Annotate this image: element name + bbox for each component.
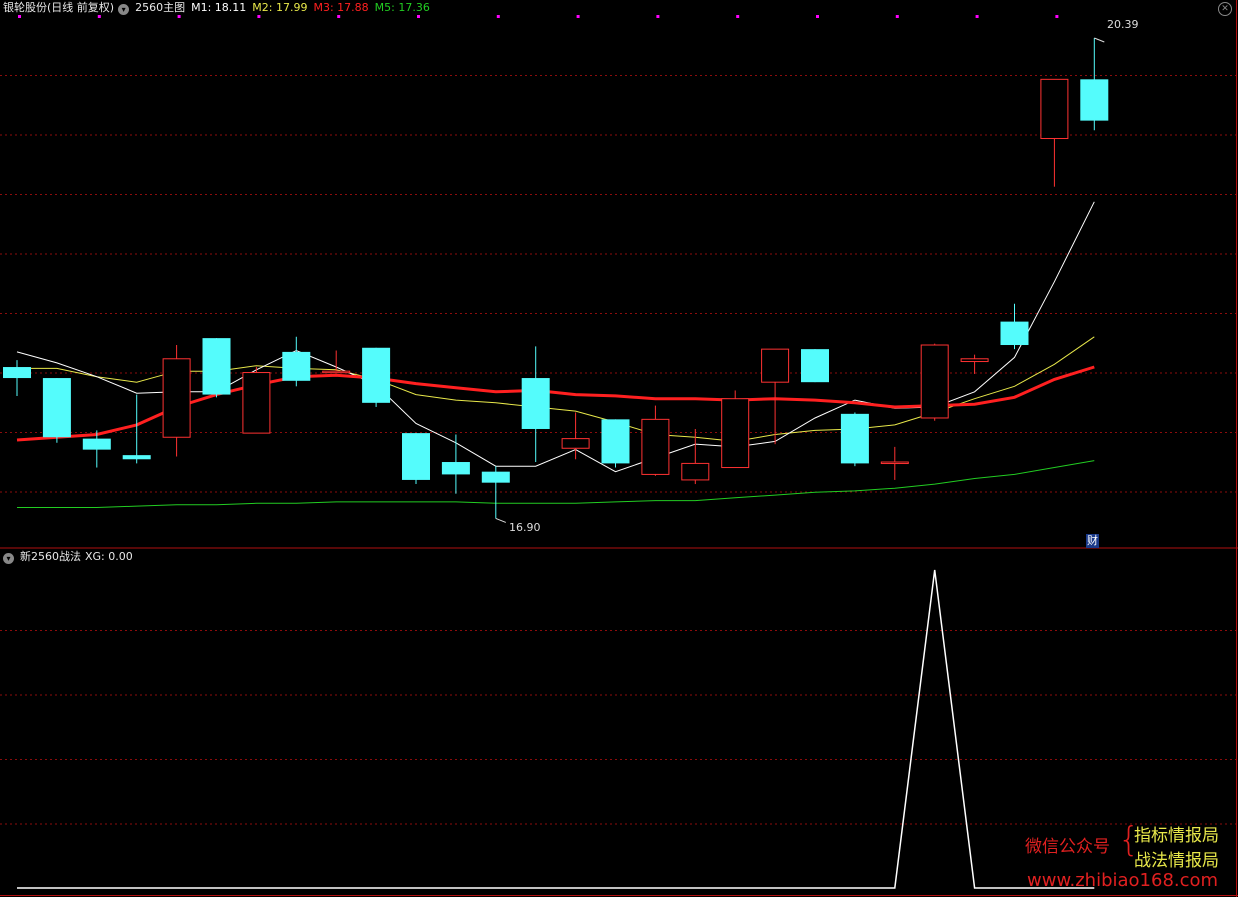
candle-body-down: [1000, 321, 1029, 346]
candle-body-down: [521, 378, 550, 429]
candle-body-down: [801, 349, 829, 383]
top-marker: [1055, 15, 1059, 18]
m3-value: M3: 17.88: [313, 1, 369, 14]
candle-body-up: [561, 438, 590, 449]
main-chart-header: 银轮股份(日线 前复权) ▾ 2560主图 M1: 18.11 M2: 17.99 M3:…: [3, 1, 436, 15]
candle-body-up: [1040, 78, 1069, 140]
stock-name[interactable]: 银轮股份(日线 前复权): [3, 1, 114, 14]
indicator-name[interactable]: 2560主图: [135, 1, 185, 14]
low-price-label: 16.90: [509, 521, 541, 534]
top-marker: [97, 15, 101, 18]
kline-chart[interactable]: [0, 0, 1238, 897]
candle-body-down: [362, 347, 391, 403]
top-marker: [975, 15, 979, 18]
candle-body-down: [3, 367, 31, 379]
ma5-line: [17, 460, 1095, 508]
close-icon[interactable]: ✕: [1218, 2, 1232, 16]
xg-line: [17, 569, 1095, 889]
high-pointer: [1094, 37, 1105, 43]
finance-badge[interactable]: 财: [1086, 534, 1099, 548]
m2-value: M2: 17.99: [252, 1, 308, 14]
candle-body-up: [761, 348, 790, 383]
top-marker: [656, 15, 660, 18]
indicator-dropdown-icon[interactable]: ▾: [118, 4, 130, 15]
candle-body-up: [880, 461, 909, 465]
high-price-label: 20.39: [1107, 18, 1139, 31]
top-marker: [816, 15, 819, 18]
watermark-name-top: 指标情报局: [1134, 826, 1219, 846]
top-marker: [177, 15, 181, 18]
watermark-name-bottom: 战法情报局: [1134, 851, 1219, 871]
xg-value: XG: 0.00: [85, 550, 133, 563]
top-marker: [18, 15, 21, 18]
top-marker: [337, 15, 341, 18]
candle-body-up: [960, 358, 989, 363]
candle-body-up: [322, 370, 351, 374]
watermark-url: www.zhibiao168.com: [1027, 870, 1219, 891]
candle-body-up: [242, 372, 271, 434]
top-marker: [257, 15, 261, 18]
watermark-wechat-label: 微信公众号: [1025, 837, 1110, 857]
candle-body-up: [641, 418, 670, 475]
candle-body-down: [202, 338, 231, 395]
candle-body-up: [920, 344, 949, 419]
candle-body-down: [122, 455, 151, 460]
candle-body-down: [82, 438, 111, 450]
sub-indicator-dropdown-icon[interactable]: ▾: [3, 553, 14, 564]
candle-body-down: [840, 413, 869, 464]
candle-body-down: [441, 462, 470, 475]
candle-body-up: [162, 358, 191, 438]
m1-value: M1: 18.11: [191, 1, 247, 14]
top-marker: [496, 15, 500, 18]
candle-body-down: [42, 378, 71, 438]
top-marker: [736, 15, 740, 18]
sub-indicator-name[interactable]: 新2560战法: [20, 550, 81, 563]
candle-body-down: [601, 419, 630, 464]
candle-body-down: [402, 433, 430, 480]
top-marker: [576, 15, 580, 18]
candle-body-down: [282, 351, 311, 381]
low-pointer: [495, 518, 506, 523]
candle-body-down: [481, 471, 510, 483]
candle-body-up: [721, 398, 750, 469]
top-marker: [417, 15, 420, 18]
top-marker: [895, 15, 899, 18]
m5-value: M5: 17.36: [374, 1, 430, 14]
sub-chart-header: ▾ 新2560战法 XG: 0.00: [3, 550, 139, 564]
candle-body-up: [681, 462, 710, 481]
candle-body-down: [1080, 79, 1109, 121]
